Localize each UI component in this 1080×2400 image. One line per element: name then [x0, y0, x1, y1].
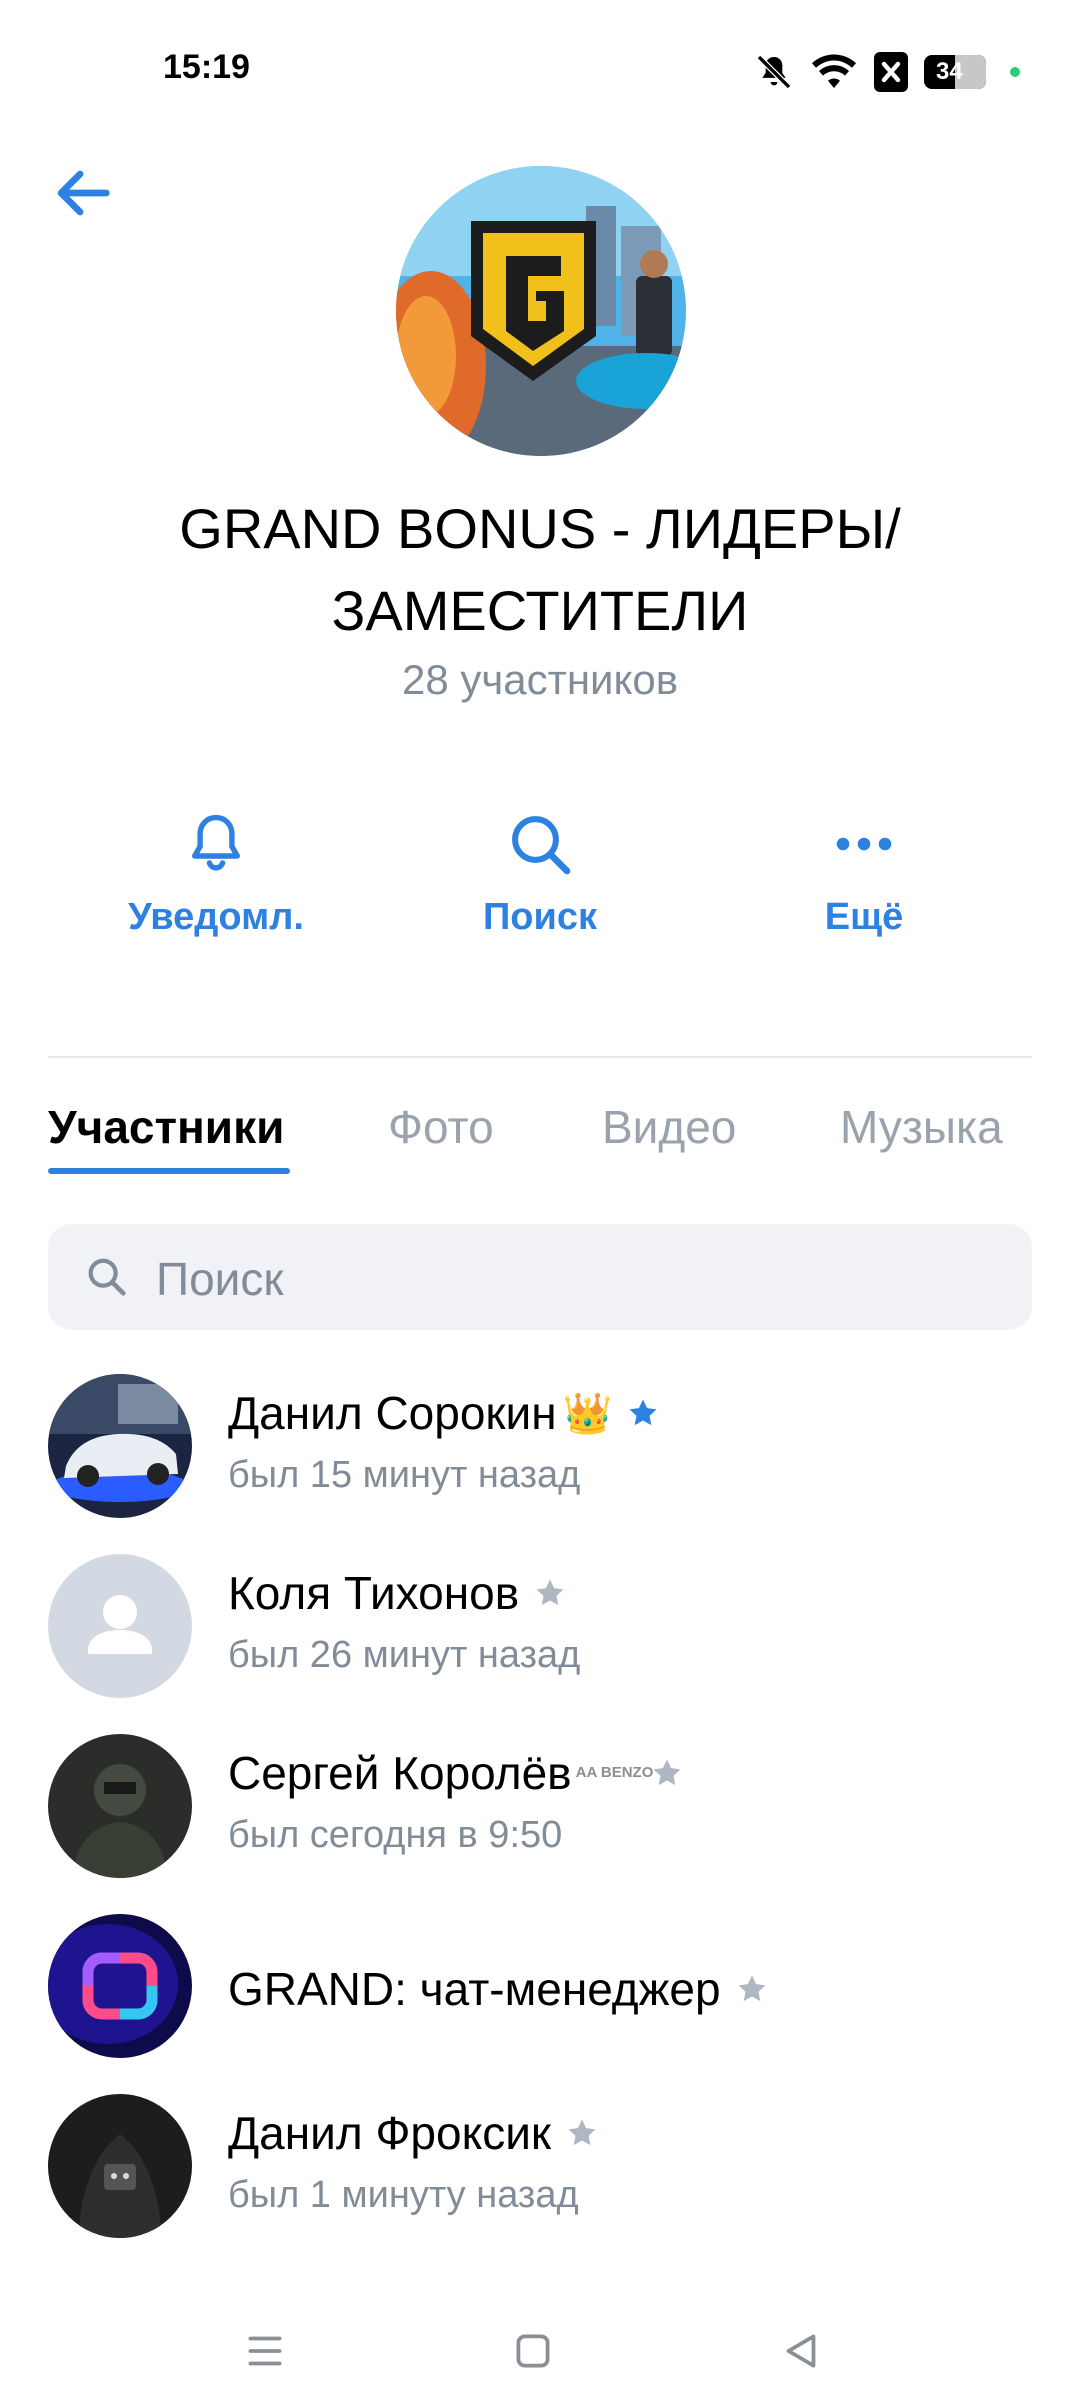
more-dots-icon: [836, 837, 892, 851]
active-tab-indicator: [48, 1168, 290, 1174]
avatar[interactable]: [48, 1554, 192, 1698]
admin-star-icon: [630, 1399, 657, 1426]
member-name-row: Коля Тихонов: [228, 1566, 567, 1620]
system-navigation-bar: [0, 2300, 1080, 2400]
list-item[interactable]: GRAND: чат-менеджер: [48, 1914, 1032, 2064]
avatar[interactable]: [48, 1374, 192, 1518]
grand-logo-icon: [396, 166, 686, 456]
member-name: GRAND: чат-менеджер: [228, 1963, 721, 2015]
search-placeholder: Поиск: [156, 1253, 284, 1305]
bot-logo-icon: [48, 1914, 192, 2058]
wifi-icon: [812, 54, 856, 88]
member-status: был сегодня в 9:50: [228, 1814, 563, 1856]
user-placeholder-icon: [48, 1554, 192, 1698]
notifications-label: Уведомл.: [128, 896, 304, 938]
bell-icon: [192, 814, 240, 871]
member-name: Сергей Королёв: [228, 1747, 572, 1799]
tab-members[interactable]: Участники: [48, 1100, 284, 1154]
avatar[interactable]: [48, 1914, 192, 2058]
notifications-button[interactable]: Уведомл.: [86, 808, 346, 939]
status-icons: 34: [754, 50, 1020, 94]
member-status: был 1 минуту назад: [228, 2174, 579, 2216]
more-button[interactable]: Ещё: [734, 808, 994, 939]
sim-off-icon: [874, 52, 908, 92]
member-name-row: Данил Сорокин 👑: [228, 1386, 660, 1440]
tab-photos[interactable]: Фото: [388, 1100, 494, 1154]
member-status: был 26 минут назад: [228, 1634, 581, 1676]
tab-bar: Участники Фото Видео Музыка: [48, 1090, 1080, 1180]
list-item[interactable]: Данил Сорокин 👑 был 15 минут назад: [48, 1374, 1032, 1524]
back-arrow-icon[interactable]: [48, 158, 118, 228]
member-name-row: Сергей Королёв AA BENZO: [228, 1746, 684, 1800]
home-nav-icon[interactable]: [508, 2326, 558, 2376]
star-icon: [738, 1975, 766, 2002]
avatar[interactable]: [48, 2094, 192, 2238]
star-icon: [568, 2119, 596, 2146]
list-item[interactable]: Коля Тихонов был 26 минут назад: [48, 1554, 1032, 1704]
back-nav-icon[interactable]: [776, 2326, 826, 2376]
list-item[interactable]: Данил Фроксик был 1 минуту назад: [48, 2094, 1032, 2244]
status-time: 15:19: [163, 48, 250, 86]
crown-badge: 👑: [562, 1391, 613, 1436]
member-name: Данил Сорокин: [228, 1387, 557, 1439]
section-divider: [48, 1056, 1032, 1058]
bell-muted-icon: [756, 54, 792, 90]
members-search-input[interactable]: Поиск: [48, 1224, 1032, 1330]
member-name: Данил Фроксик: [228, 2107, 552, 2159]
battery-indicator: 34: [924, 55, 986, 89]
member-name-row: GRAND: чат-менеджер: [228, 1962, 769, 2016]
group-title: GRAND BONUS - ЛИДЕРЫ/ ЗАМЕСТИТЕЛИ: [179, 497, 901, 642]
star-icon: [536, 1579, 564, 1606]
avatar[interactable]: [48, 1734, 192, 1878]
tab-videos[interactable]: Видео: [602, 1100, 736, 1154]
member-name-row: Данил Фроксик: [228, 2106, 599, 2160]
search-action-button[interactable]: Поиск: [410, 808, 670, 939]
status-bar: 15:19 34: [0, 0, 1080, 140]
search-action-label: Поиск: [482, 896, 598, 938]
tab-music[interactable]: Музыка: [840, 1100, 1003, 1154]
benzo-badge: AA BENZO: [575, 1764, 654, 1781]
menu-nav-icon[interactable]: [240, 2326, 290, 2376]
star-icon: [653, 1759, 681, 1786]
list-item[interactable]: Сергей Королёв AA BENZO был сегодня в 9:…: [48, 1734, 1032, 1884]
member-name: Коля Тихонов: [228, 1567, 520, 1619]
search-icon: [88, 1258, 126, 1296]
members-count: 28 участников: [401, 656, 679, 703]
member-status: был 15 минут назад: [228, 1454, 581, 1496]
search-icon: [512, 816, 571, 875]
action-bar: Уведомл. Поиск Ещё: [0, 808, 1080, 958]
more-label: Ещё: [824, 896, 904, 938]
battery-level: 34: [936, 58, 963, 85]
group-avatar[interactable]: [396, 166, 686, 456]
privacy-indicator-dot: [1010, 67, 1020, 77]
